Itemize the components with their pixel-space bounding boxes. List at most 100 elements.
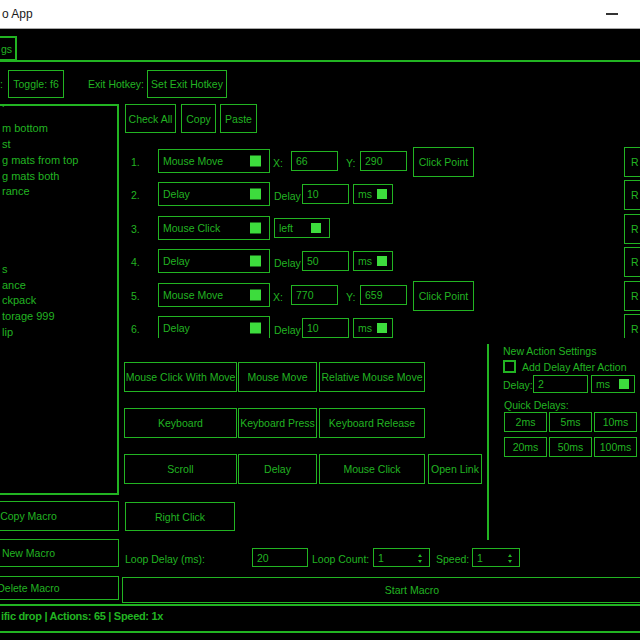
unit-dropdown[interactable]: ms <box>353 184 393 204</box>
x-input[interactable]: 770 <box>291 285 338 305</box>
add-delay-checkbox-label: Add Delay After Action <box>522 361 626 373</box>
copy-macro-button[interactable]: Copy Macro <box>0 501 119 531</box>
loop-delay-input[interactable]: 20 <box>252 548 308 567</box>
macro-list-item[interactable]: s <box>2 263 8 275</box>
macro-list-item[interactable]: p <box>2 104 8 107</box>
check-all-button[interactable]: Check All <box>125 104 176 133</box>
tab-settings[interactable]: gs <box>0 36 17 61</box>
action-type-dropdown[interactable]: Mouse Move <box>158 283 270 307</box>
add-relative-mouse-move-button[interactable]: Relative Mouse Move <box>319 362 425 392</box>
spinner-arrows-icon[interactable] <box>418 553 423 564</box>
row-number: 3. <box>131 223 140 235</box>
button-label: Mouse Move <box>247 371 307 383</box>
quick-delay-50ms-button[interactable]: 50ms <box>549 437 592 457</box>
action-type-dropdown[interactable]: Mouse Move <box>158 149 270 173</box>
add-scroll-button[interactable]: Scroll <box>124 454 237 484</box>
minimize-icon[interactable] <box>606 13 618 15</box>
mouse-button-value: left <box>279 222 293 234</box>
loop-count-input[interactable]: 1 <box>373 548 430 567</box>
remove-button[interactable]: R <box>624 314 640 338</box>
unit-dropdown[interactable]: ms <box>353 318 393 338</box>
delay-input[interactable]: 50 <box>302 251 349 271</box>
remove-button[interactable]: R <box>624 147 640 177</box>
macro-list-item[interactable]: ance <box>2 279 26 291</box>
action-rows-panel: Check All Copy Paste 1. Mouse Move X: 66… <box>120 96 640 338</box>
window-title: o App <box>2 7 33 21</box>
click-point-button[interactable]: Click Point <box>413 281 474 311</box>
add-keyboard-release-button[interactable]: Keyboard Release <box>319 408 425 438</box>
remove-label: R <box>631 290 639 302</box>
y-value: 659 <box>365 289 383 301</box>
dropdown-square-icon <box>311 223 321 233</box>
delay-input[interactable]: 10 <box>302 184 349 204</box>
new-delay-unit-dropdown[interactable]: ms <box>591 375 635 393</box>
button-label: 50ms <box>558 441 584 453</box>
action-type-dropdown[interactable]: Delay <box>158 316 270 338</box>
new-delay-input[interactable]: 2 <box>533 375 588 393</box>
dropdown-square-icon <box>377 189 387 199</box>
delay-label: Delay <box>274 190 301 202</box>
copy-button[interactable]: Copy <box>181 104 216 133</box>
paste-button[interactable]: Paste <box>220 104 257 133</box>
macro-list-item[interactable]: m bottom <box>2 122 48 134</box>
button-label: Open Link <box>431 463 479 475</box>
quick-delay-2ms-button[interactable]: 2ms <box>504 412 547 432</box>
button-label: 5ms <box>561 416 581 428</box>
new-action-settings-border <box>487 344 489 540</box>
tab-page-border <box>0 60 640 62</box>
quick-delay-10ms-button[interactable]: 10ms <box>594 412 637 432</box>
x-input[interactable]: 66 <box>291 151 338 171</box>
quick-delay-5ms-button[interactable]: 5ms <box>549 412 592 432</box>
add-delay-checkbox[interactable] <box>503 360 516 373</box>
add-mouse-move-button[interactable]: Mouse Move <box>238 362 317 392</box>
set-exit-hotkey-label: Set Exit Hotkey <box>151 78 223 90</box>
click-point-button[interactable]: Click Point <box>413 147 474 177</box>
row-number: 4. <box>131 256 140 268</box>
add-delay-button[interactable]: Delay <box>238 454 317 484</box>
unit-dropdown[interactable]: ms <box>353 251 393 271</box>
macro-list-item[interactable]: g mats both <box>2 170 59 182</box>
paste-label: Paste <box>225 113 252 125</box>
dropdown-square-icon <box>250 256 261 267</box>
remove-button[interactable]: R <box>624 247 640 277</box>
button-label: New Macro <box>2 547 55 559</box>
start-macro-button[interactable]: Start Macro <box>122 577 640 603</box>
button-label: 10ms <box>603 416 629 428</box>
add-mouse-click-button[interactable]: Mouse Click <box>319 454 425 484</box>
spinner-arrows-icon[interactable] <box>508 553 513 564</box>
macro-list-item[interactable]: g mats from top <box>2 154 78 166</box>
macro-list-item[interactable]: ckpack <box>2 294 36 306</box>
macro-list-item[interactable]: rance <box>2 185 30 197</box>
button-label: 20ms <box>513 441 539 453</box>
delete-macro-button[interactable]: Delete Macro <box>0 576 119 600</box>
toggle-hotkey-button[interactable]: Toggle: f6 <box>8 70 64 98</box>
macro-list-item[interactable]: torage 999 <box>2 310 55 322</box>
delay-input[interactable]: 10 <box>302 318 349 338</box>
action-type-dropdown[interactable]: Delay <box>158 182 270 206</box>
y-input[interactable]: 290 <box>360 151 407 171</box>
remove-button[interactable]: R <box>624 281 640 311</box>
new-macro-button[interactable]: New Macro <box>0 539 119 567</box>
x-value: 66 <box>296 155 308 167</box>
click-point-label: Click Point <box>419 290 469 302</box>
action-type-dropdown[interactable]: Mouse Click <box>158 216 270 240</box>
quick-delay-20ms-button[interactable]: 20ms <box>504 437 547 457</box>
copy-label: Copy <box>186 113 211 125</box>
add-open-link-button[interactable]: Open Link <box>428 454 482 484</box>
remove-button[interactable]: R <box>624 180 640 210</box>
add-keyboard-press-button[interactable]: Keyboard Press <box>238 408 317 438</box>
add-keyboard-button[interactable]: Keyboard <box>124 408 237 438</box>
add-right-click-button[interactable]: Right Click <box>125 502 235 531</box>
remove-button[interactable]: R <box>624 214 640 244</box>
quick-delay-100ms-button[interactable]: 100ms <box>594 437 637 457</box>
set-exit-hotkey-button[interactable]: Set Exit Hotkey <box>147 70 227 98</box>
y-input[interactable]: 659 <box>360 285 407 305</box>
macro-list-item[interactable]: st <box>2 138 11 150</box>
mouse-button-dropdown[interactable]: left <box>274 218 330 238</box>
macro-listbox[interactable]: p m bottom st g mats from top g mats bot… <box>0 104 119 495</box>
add-mouse-click-with-move-button[interactable]: Mouse Click With Move <box>124 362 237 392</box>
action-type-dropdown[interactable]: Delay <box>158 249 270 273</box>
macro-list-item[interactable]: lip <box>2 326 13 338</box>
speed-input[interactable]: 1 <box>472 548 520 567</box>
button-label: 2ms <box>516 416 536 428</box>
